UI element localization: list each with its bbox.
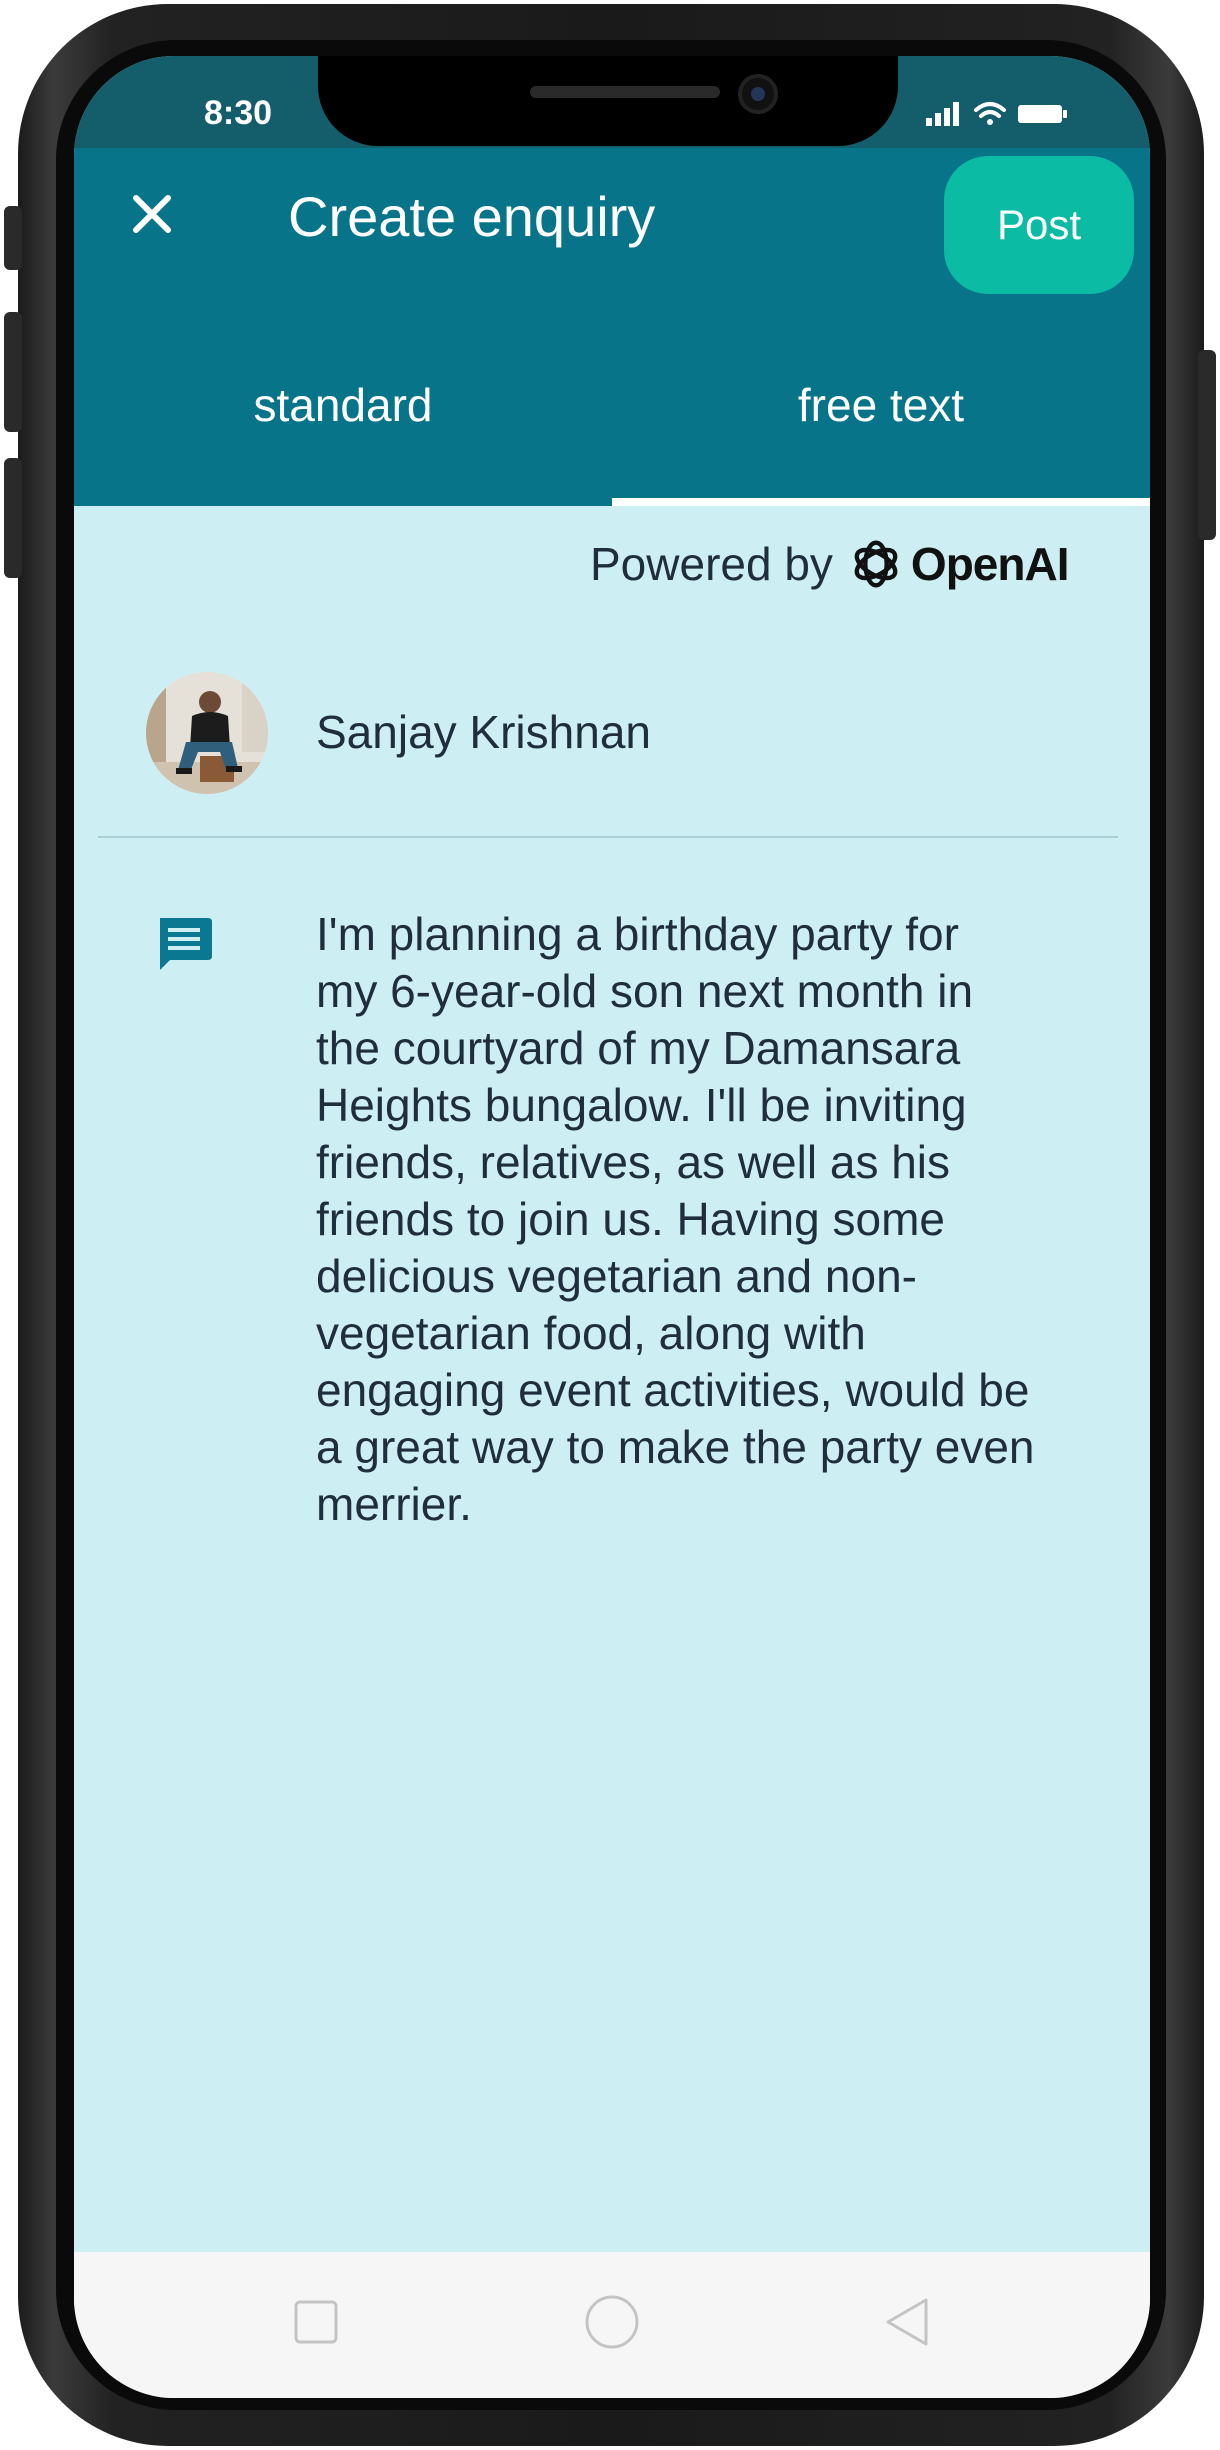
volume-up-button — [4, 312, 22, 432]
status-bar: 8:30 — [74, 56, 1150, 148]
openai-logo-icon — [854, 540, 898, 588]
wifi-icon — [974, 102, 1006, 125]
powered-by-label: Powered by — [590, 538, 833, 590]
close-button[interactable] — [122, 184, 182, 244]
signal-icon — [926, 102, 959, 126]
avatar-photo — [146, 672, 268, 794]
speaker-grille — [530, 86, 720, 98]
app-bar: Create enquiry Post standard free text — [74, 148, 1150, 506]
status-time: 8:30 — [204, 94, 273, 132]
divider — [98, 836, 1118, 838]
message-icon — [160, 918, 212, 970]
back-button[interactable] — [878, 2292, 938, 2352]
recent-apps-button[interactable] — [286, 2292, 346, 2352]
navigation-bar — [74, 2252, 1150, 2398]
status-icons — [926, 102, 1067, 126]
tab-standard[interactable]: standard — [74, 364, 612, 446]
front-camera — [738, 74, 778, 114]
user-name: Sanjay Krishnan — [316, 706, 651, 758]
tab-free-text[interactable]: free text — [612, 364, 1150, 446]
page-title: Create enquiry — [288, 185, 656, 248]
silent-switch — [4, 206, 22, 270]
square-icon — [294, 2300, 338, 2344]
circle-icon — [585, 2295, 639, 2349]
volume-down-button — [4, 458, 22, 578]
close-icon — [133, 195, 171, 233]
battery-icon — [1018, 105, 1067, 123]
powered-by: Powered by OpenAI — [590, 532, 1070, 596]
enquiry-text[interactable]: I'm planning a birthday party for my 6-y… — [316, 906, 1076, 1533]
notch — [318, 56, 898, 146]
openai-wordmark: OpenAI — [910, 538, 1070, 590]
back-triangle-icon — [886, 2298, 928, 2346]
avatar[interactable] — [146, 672, 268, 794]
post-button[interactable]: Post — [944, 156, 1134, 294]
home-button[interactable] — [582, 2292, 642, 2352]
power-button — [1198, 350, 1216, 540]
tab-indicator — [612, 498, 1150, 506]
phone-screen: 8:30 Create enquiry Post standard free t… — [74, 56, 1150, 2398]
